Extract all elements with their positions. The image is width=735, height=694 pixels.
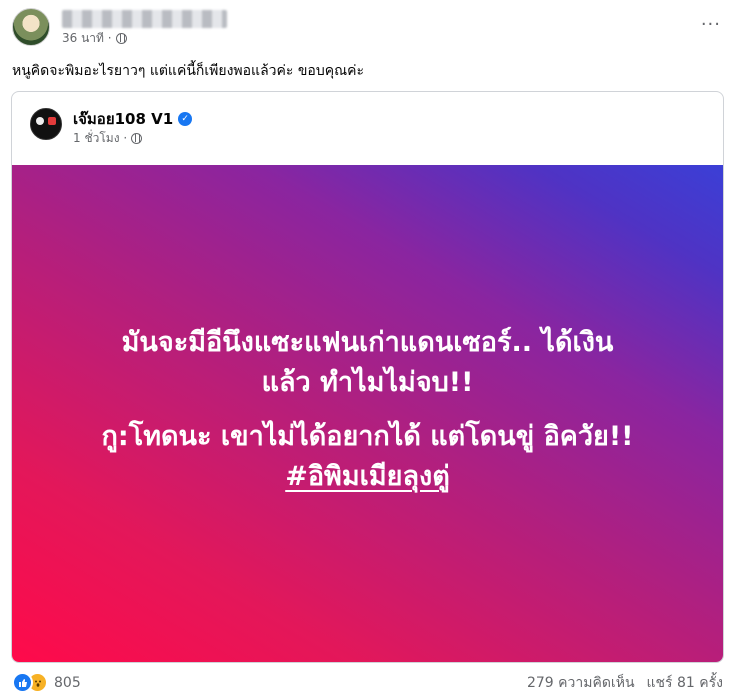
globe-icon [115,33,127,44]
shared-post-card[interactable]: เจ๊มอย108 V1 ✓ 1 ชั่วโมง · มันจะมีอีนึงแ… [11,91,724,663]
text-post-image[interactable]: มันจะมีอีนึงแซะแฟนเก่าแดนเซอร์.. ได้เงิน… [12,165,723,662]
shared-post-time[interactable]: 1 ชั่วโมง · [73,129,127,148]
reaction-count: 805 [54,674,81,691]
verified-badge-icon: ✓ [178,112,193,126]
post-meta: 36 นาที · [62,29,127,48]
more-options-button[interactable]: ··· [701,14,721,35]
post-caption: หนูคิดจะพิมอะไรยาวๆ แต่แค่นี้ก็เพียงพอแล… [12,63,364,79]
image-text-line: มันจะมีอีนึงแซะแฟนเก่าแดนเซอร์.. ได้เงิน [121,327,614,358]
hashtag-link[interactable]: #อิพิมเมียลุงตู่ [12,457,723,497]
globe-icon [131,133,143,144]
like-icon [12,672,33,693]
author-name-blurred[interactable] [62,10,227,28]
shares-count-link[interactable]: แชร์ 81 ครั้ง [647,672,723,694]
image-text-line: กู:โทดนะ เขาไม่ได้อยากได้ แต่โดนขู่ อิคว… [101,421,634,452]
image-text: มันจะมีอีนึงแซะแฟนเก่าแดนเซอร์.. ได้เงิน… [12,323,723,511]
author-avatar[interactable] [12,8,50,46]
post-stats: 279 ความคิดเห็น แชร์ 81 ครั้ง [527,672,723,694]
page-name-row: เจ๊มอย108 V1 ✓ [73,107,193,131]
post-header: 36 นาที · ··· [12,8,723,48]
post-time[interactable]: 36 นาที · [62,29,112,48]
image-text-line: แล้ว ทำไมไม่จบ!! [261,367,474,398]
shared-post-header: เจ๊มอย108 V1 ✓ 1 ชั่วโมง · [12,92,723,162]
page-avatar[interactable] [30,108,62,140]
post-footer: 805 279 ความคิดเห็น แชร์ 81 ครั้ง [12,672,723,694]
comments-count-link[interactable]: 279 ความคิดเห็น [527,672,635,694]
reactions-summary[interactable]: 805 [12,672,81,693]
page-name[interactable]: เจ๊มอย108 V1 [73,107,173,131]
shared-post-meta: 1 ชั่วโมง · [73,129,143,148]
